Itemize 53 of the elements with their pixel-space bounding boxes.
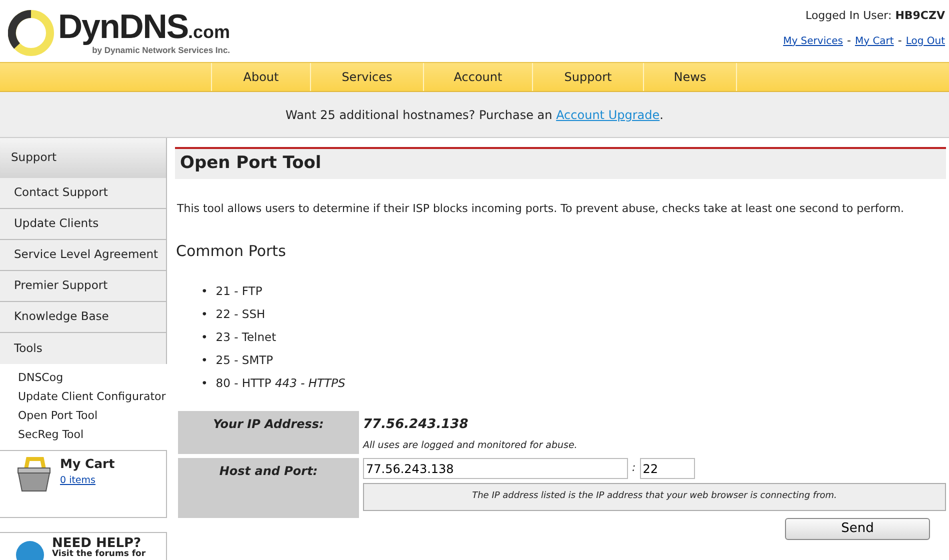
bullet-mark: • <box>201 374 208 392</box>
bullet-mark: • <box>201 282 208 300</box>
logo-ring-icon <box>8 10 54 56</box>
separator: : <box>632 460 636 476</box>
nav-link[interactable]: News <box>643 63 736 91</box>
form-label: Host and Port: <box>178 458 359 518</box>
sidebar-item[interactable]: Contact Support <box>0 178 167 209</box>
port-item: 25 - SMTP <box>216 352 274 369</box>
bullet-mark: • <box>201 306 208 323</box>
bullet-mark: • <box>201 328 208 346</box>
sidebar-item[interactable]: Premier Support <box>0 271 167 302</box>
port-item: 21 - FTP <box>216 282 262 300</box>
user-label: Logged In User: <box>806 9 893 22</box>
sidebar-subitem[interactable]: Open Port Tool <box>0 406 167 425</box>
host-input[interactable]: 77.56.243.138 <box>363 458 628 479</box>
logo-tagline: by Dynamic Network Services Inc. <box>92 44 230 56</box>
sidebar-item[interactable]: Knowledge Base <box>0 302 167 333</box>
port-item: 22 - SSH <box>216 306 266 323</box>
port-item: 80 - HTTP 443 - HTTPS <box>216 374 346 392</box>
nav-link[interactable]: Services <box>310 63 423 91</box>
cart-title: My Cart <box>60 455 115 473</box>
port-item: 23 - Telnet <box>216 328 276 346</box>
header-link[interactable]: My Services <box>783 36 843 46</box>
info-note: The IP address listed is the IP address that your web browser is connecting from. <box>363 483 946 511</box>
link-separator: - <box>898 34 902 46</box>
sidebar-subitem[interactable]: DNSCog <box>0 368 167 387</box>
sidebar-item[interactable]: Tools <box>0 333 167 364</box>
nav-link[interactable]: Support <box>532 63 643 91</box>
bullet-mark: • <box>201 352 208 369</box>
intro-text: This tool allows users to determine if their ISP blocks incoming ports. To prevent abuse, checks take at least one second to perform. <box>177 201 906 217</box>
help-title: NEED HELP? <box>52 537 142 550</box>
form-label: Your IP Address: <box>178 411 359 454</box>
link-separator: - <box>846 34 851 46</box>
cart-items-link[interactable]: 0 items <box>60 474 115 488</box>
nav-link[interactable]: About <box>211 63 310 91</box>
send-button[interactable]: Send <box>785 518 930 540</box>
port-input[interactable]: 22 <box>640 458 695 479</box>
help-text: Visit the forums for <box>52 550 146 558</box>
promo-text: Want 25 additional hostnames? Purchase an Account Upgrade. <box>286 106 664 124</box>
user-name: HB9CZV <box>895 9 945 22</box>
nav-link[interactable]: Account <box>423 63 532 91</box>
ip-address: 77.56.243.138 <box>363 416 470 434</box>
sidebar-heading: Support <box>0 138 167 178</box>
page-title: Open Port Tool <box>175 147 946 179</box>
sidebar-subitem[interactable]: Update Client Configurator <box>0 387 167 406</box>
logo-text: DynDNS.com <box>58 10 230 44</box>
section-heading: Common Ports <box>176 240 287 262</box>
sidebar-subitem[interactable]: SecReg Tool <box>0 425 167 444</box>
sidebar-item[interactable]: Service Level Agreement <box>0 240 167 271</box>
header-link[interactable]: My Cart <box>854 36 894 46</box>
sidebar-item[interactable]: Update Clients <box>0 209 167 240</box>
ip-note: All uses are logged and monitored for abuse. <box>363 438 578 452</box>
header-link[interactable]: Log Out <box>906 36 945 46</box>
